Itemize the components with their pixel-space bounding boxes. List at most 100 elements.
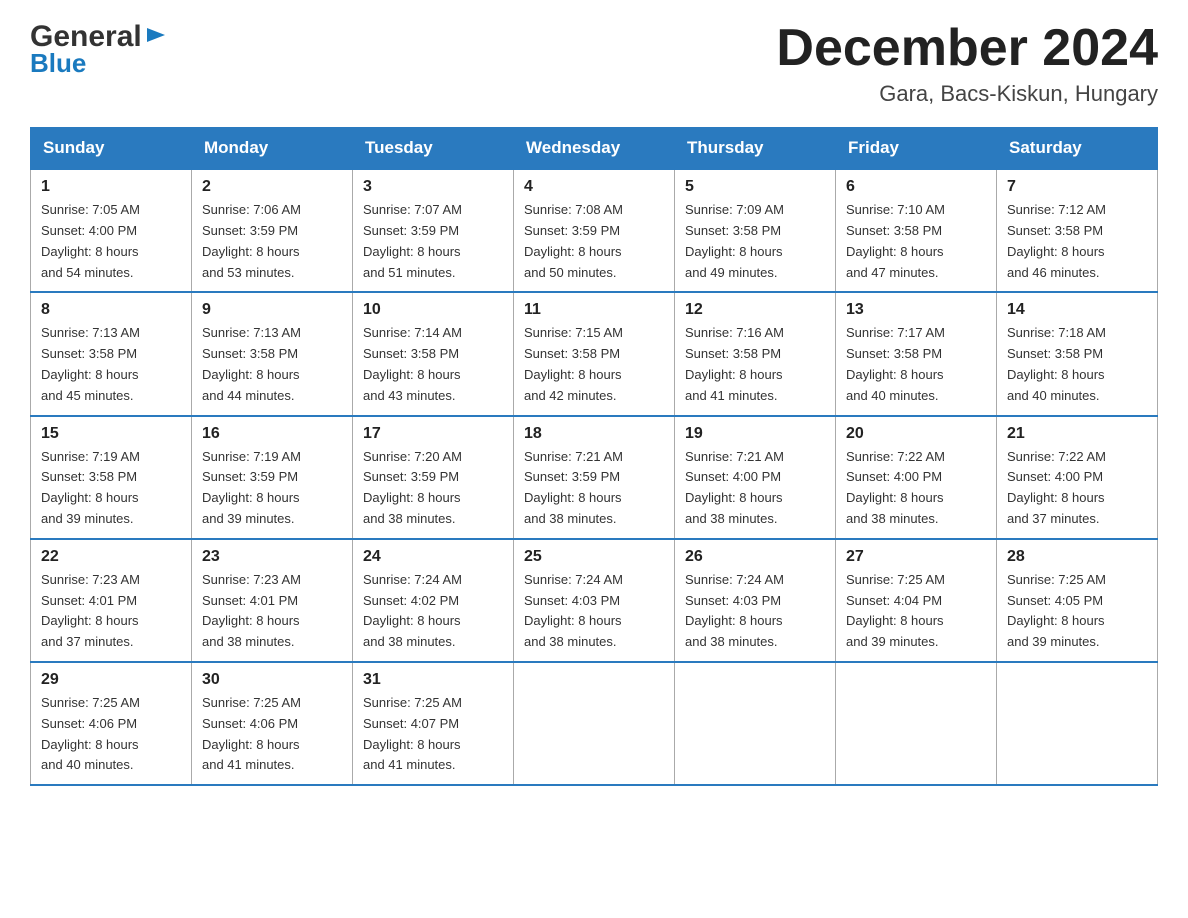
table-row: 28 Sunrise: 7:25 AM Sunset: 4:05 PM Dayl… bbox=[997, 539, 1158, 662]
day-number: 17 bbox=[363, 425, 503, 443]
day-info: Sunrise: 7:24 AM Sunset: 4:02 PM Dayligh… bbox=[363, 570, 503, 653]
day-info: Sunrise: 7:25 AM Sunset: 4:05 PM Dayligh… bbox=[1007, 570, 1147, 653]
table-row: 24 Sunrise: 7:24 AM Sunset: 4:02 PM Dayl… bbox=[353, 539, 514, 662]
col-sunday: Sunday bbox=[31, 128, 192, 170]
day-info: Sunrise: 7:06 AM Sunset: 3:59 PM Dayligh… bbox=[202, 200, 342, 283]
day-info: Sunrise: 7:17 AM Sunset: 3:58 PM Dayligh… bbox=[846, 323, 986, 406]
day-number: 12 bbox=[685, 301, 825, 319]
day-info: Sunrise: 7:05 AM Sunset: 4:00 PM Dayligh… bbox=[41, 200, 181, 283]
table-row: 31 Sunrise: 7:25 AM Sunset: 4:07 PM Dayl… bbox=[353, 662, 514, 785]
day-number: 29 bbox=[41, 671, 181, 689]
table-row: 5 Sunrise: 7:09 AM Sunset: 3:58 PM Dayli… bbox=[675, 169, 836, 292]
table-row: 1 Sunrise: 7:05 AM Sunset: 4:00 PM Dayli… bbox=[31, 169, 192, 292]
day-number: 30 bbox=[202, 671, 342, 689]
day-number: 11 bbox=[524, 301, 664, 319]
table-row: 14 Sunrise: 7:18 AM Sunset: 3:58 PM Dayl… bbox=[997, 292, 1158, 415]
day-info: Sunrise: 7:14 AM Sunset: 3:58 PM Dayligh… bbox=[363, 323, 503, 406]
location-subtitle: Gara, Bacs-Kiskun, Hungary bbox=[776, 81, 1158, 107]
day-info: Sunrise: 7:19 AM Sunset: 3:58 PM Dayligh… bbox=[41, 447, 181, 530]
table-row: 10 Sunrise: 7:14 AM Sunset: 3:58 PM Dayl… bbox=[353, 292, 514, 415]
day-info: Sunrise: 7:13 AM Sunset: 3:58 PM Dayligh… bbox=[41, 323, 181, 406]
day-info: Sunrise: 7:07 AM Sunset: 3:59 PM Dayligh… bbox=[363, 200, 503, 283]
table-row bbox=[997, 662, 1158, 785]
table-row: 19 Sunrise: 7:21 AM Sunset: 4:00 PM Dayl… bbox=[675, 416, 836, 539]
day-number: 20 bbox=[846, 425, 986, 443]
day-number: 1 bbox=[41, 178, 181, 196]
day-info: Sunrise: 7:25 AM Sunset: 4:06 PM Dayligh… bbox=[202, 693, 342, 776]
day-number: 14 bbox=[1007, 301, 1147, 319]
day-number: 31 bbox=[363, 671, 503, 689]
table-row: 13 Sunrise: 7:17 AM Sunset: 3:58 PM Dayl… bbox=[836, 292, 997, 415]
day-number: 28 bbox=[1007, 548, 1147, 566]
day-number: 25 bbox=[524, 548, 664, 566]
col-saturday: Saturday bbox=[997, 128, 1158, 170]
day-number: 24 bbox=[363, 548, 503, 566]
col-thursday: Thursday bbox=[675, 128, 836, 170]
table-row: 12 Sunrise: 7:16 AM Sunset: 3:58 PM Dayl… bbox=[675, 292, 836, 415]
calendar-week-row: 1 Sunrise: 7:05 AM Sunset: 4:00 PM Dayli… bbox=[31, 169, 1158, 292]
day-info: Sunrise: 7:19 AM Sunset: 3:59 PM Dayligh… bbox=[202, 447, 342, 530]
day-number: 19 bbox=[685, 425, 825, 443]
day-info: Sunrise: 7:24 AM Sunset: 4:03 PM Dayligh… bbox=[685, 570, 825, 653]
table-row: 15 Sunrise: 7:19 AM Sunset: 3:58 PM Dayl… bbox=[31, 416, 192, 539]
day-info: Sunrise: 7:12 AM Sunset: 3:58 PM Dayligh… bbox=[1007, 200, 1147, 283]
table-row: 3 Sunrise: 7:07 AM Sunset: 3:59 PM Dayli… bbox=[353, 169, 514, 292]
table-row bbox=[514, 662, 675, 785]
day-number: 2 bbox=[202, 178, 342, 196]
table-row: 9 Sunrise: 7:13 AM Sunset: 3:58 PM Dayli… bbox=[192, 292, 353, 415]
col-monday: Monday bbox=[192, 128, 353, 170]
day-number: 26 bbox=[685, 548, 825, 566]
month-title: December 2024 bbox=[776, 20, 1158, 77]
calendar-week-row: 8 Sunrise: 7:13 AM Sunset: 3:58 PM Dayli… bbox=[31, 292, 1158, 415]
calendar-header-row: Sunday Monday Tuesday Wednesday Thursday… bbox=[31, 128, 1158, 170]
table-row: 30 Sunrise: 7:25 AM Sunset: 4:06 PM Dayl… bbox=[192, 662, 353, 785]
table-row: 18 Sunrise: 7:21 AM Sunset: 3:59 PM Dayl… bbox=[514, 416, 675, 539]
table-row: 8 Sunrise: 7:13 AM Sunset: 3:58 PM Dayli… bbox=[31, 292, 192, 415]
day-info: Sunrise: 7:13 AM Sunset: 3:58 PM Dayligh… bbox=[202, 323, 342, 406]
day-number: 21 bbox=[1007, 425, 1147, 443]
day-number: 16 bbox=[202, 425, 342, 443]
day-info: Sunrise: 7:09 AM Sunset: 3:58 PM Dayligh… bbox=[685, 200, 825, 283]
day-number: 6 bbox=[846, 178, 986, 196]
calendar-week-row: 29 Sunrise: 7:25 AM Sunset: 4:06 PM Dayl… bbox=[31, 662, 1158, 785]
day-info: Sunrise: 7:08 AM Sunset: 3:59 PM Dayligh… bbox=[524, 200, 664, 283]
day-info: Sunrise: 7:10 AM Sunset: 3:58 PM Dayligh… bbox=[846, 200, 986, 283]
day-number: 3 bbox=[363, 178, 503, 196]
day-info: Sunrise: 7:21 AM Sunset: 4:00 PM Dayligh… bbox=[685, 447, 825, 530]
table-row: 25 Sunrise: 7:24 AM Sunset: 4:03 PM Dayl… bbox=[514, 539, 675, 662]
day-info: Sunrise: 7:21 AM Sunset: 3:59 PM Dayligh… bbox=[524, 447, 664, 530]
day-info: Sunrise: 7:16 AM Sunset: 3:58 PM Dayligh… bbox=[685, 323, 825, 406]
logo: General Blue bbox=[30, 20, 167, 79]
calendar-week-row: 15 Sunrise: 7:19 AM Sunset: 3:58 PM Dayl… bbox=[31, 416, 1158, 539]
day-info: Sunrise: 7:22 AM Sunset: 4:00 PM Dayligh… bbox=[1007, 447, 1147, 530]
logo-blue-text: Blue bbox=[30, 48, 86, 78]
day-info: Sunrise: 7:25 AM Sunset: 4:06 PM Dayligh… bbox=[41, 693, 181, 776]
table-row: 16 Sunrise: 7:19 AM Sunset: 3:59 PM Dayl… bbox=[192, 416, 353, 539]
day-number: 27 bbox=[846, 548, 986, 566]
col-tuesday: Tuesday bbox=[353, 128, 514, 170]
day-number: 22 bbox=[41, 548, 181, 566]
day-info: Sunrise: 7:20 AM Sunset: 3:59 PM Dayligh… bbox=[363, 447, 503, 530]
calendar-table: Sunday Monday Tuesday Wednesday Thursday… bbox=[30, 127, 1158, 786]
day-info: Sunrise: 7:15 AM Sunset: 3:58 PM Dayligh… bbox=[524, 323, 664, 406]
day-number: 7 bbox=[1007, 178, 1147, 196]
logo-arrow-icon bbox=[145, 24, 167, 46]
day-info: Sunrise: 7:23 AM Sunset: 4:01 PM Dayligh… bbox=[202, 570, 342, 653]
day-number: 9 bbox=[202, 301, 342, 319]
day-number: 10 bbox=[363, 301, 503, 319]
day-info: Sunrise: 7:23 AM Sunset: 4:01 PM Dayligh… bbox=[41, 570, 181, 653]
day-number: 8 bbox=[41, 301, 181, 319]
table-row: 22 Sunrise: 7:23 AM Sunset: 4:01 PM Dayl… bbox=[31, 539, 192, 662]
day-info: Sunrise: 7:22 AM Sunset: 4:00 PM Dayligh… bbox=[846, 447, 986, 530]
table-row bbox=[675, 662, 836, 785]
table-row: 26 Sunrise: 7:24 AM Sunset: 4:03 PM Dayl… bbox=[675, 539, 836, 662]
table-row: 4 Sunrise: 7:08 AM Sunset: 3:59 PM Dayli… bbox=[514, 169, 675, 292]
col-wednesday: Wednesday bbox=[514, 128, 675, 170]
table-row: 23 Sunrise: 7:23 AM Sunset: 4:01 PM Dayl… bbox=[192, 539, 353, 662]
table-row: 2 Sunrise: 7:06 AM Sunset: 3:59 PM Dayli… bbox=[192, 169, 353, 292]
table-row: 20 Sunrise: 7:22 AM Sunset: 4:00 PM Dayl… bbox=[836, 416, 997, 539]
calendar-week-row: 22 Sunrise: 7:23 AM Sunset: 4:01 PM Dayl… bbox=[31, 539, 1158, 662]
table-row: 7 Sunrise: 7:12 AM Sunset: 3:58 PM Dayli… bbox=[997, 169, 1158, 292]
day-info: Sunrise: 7:18 AM Sunset: 3:58 PM Dayligh… bbox=[1007, 323, 1147, 406]
day-number: 4 bbox=[524, 178, 664, 196]
